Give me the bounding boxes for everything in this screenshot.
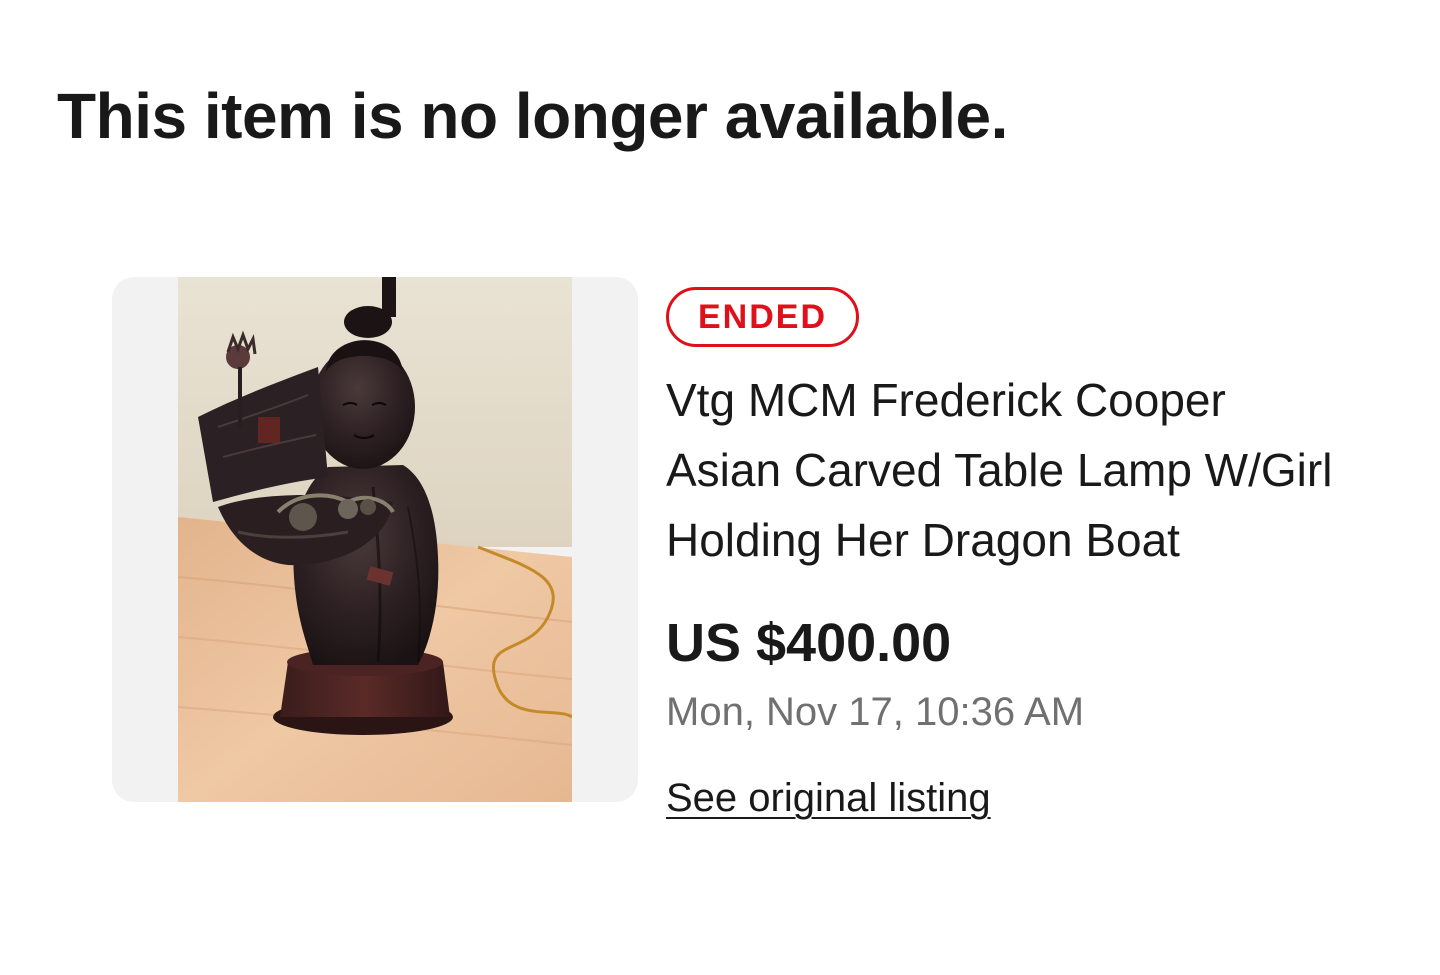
item-title[interactable]: Vtg MCM Frederick Cooper Asian Carved Ta… [666,365,1346,575]
lamp-photo [178,277,572,802]
status-badge: ENDED [666,287,860,347]
item-card: ENDED Vtg MCM Frederick Cooper Asian Car… [112,277,1402,917]
page: This item is no longer available. ENDED … [0,0,1440,975]
see-original-listing-link[interactable]: See original listing [666,773,991,823]
item-details: ENDED Vtg MCM Frederick Cooper Asian Car… [666,287,1366,823]
end-date: Mon, Nov 17, 10:36 AM [666,690,1085,734]
item-image[interactable] [112,277,638,802]
page-title: This item is no longer available. [57,80,1008,152]
item-price: US $400.00 [666,613,952,673]
